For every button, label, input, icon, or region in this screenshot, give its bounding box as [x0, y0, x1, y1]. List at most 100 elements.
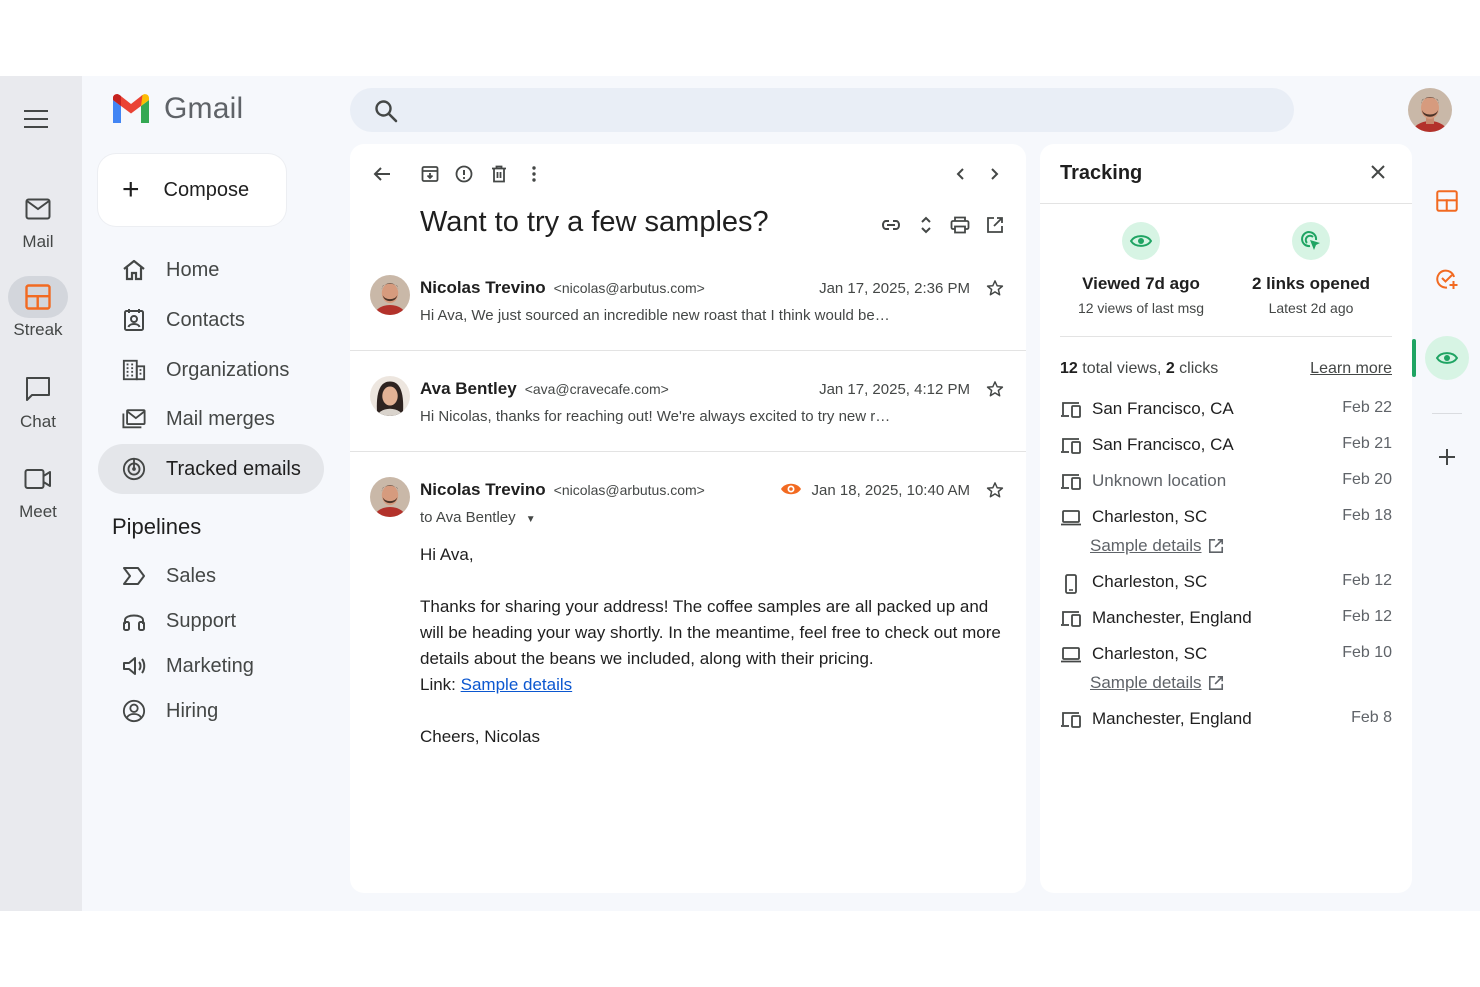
- open-in-new-icon[interactable]: [983, 213, 1007, 237]
- click-icon: [1292, 222, 1330, 260]
- sender-name-text: Nicolas Trevino: [420, 480, 546, 499]
- pipeline-item-marketing[interactable]: Marketing: [98, 641, 324, 691]
- task-add-icon[interactable]: [1428, 260, 1466, 298]
- search-bar[interactable]: [350, 88, 1294, 132]
- learn-more-link[interactable]: Learn more: [1310, 360, 1392, 378]
- stat-subtitle: Latest 2d ago: [1268, 300, 1354, 316]
- pipeline-item-support[interactable]: Support: [98, 596, 324, 646]
- pipeline-label: Sales: [166, 564, 217, 587]
- sample-details-link[interactable]: Sample details: [1090, 673, 1224, 693]
- close-icon[interactable]: [1370, 164, 1390, 184]
- sales-icon: [122, 564, 146, 588]
- phone-icon: [1060, 574, 1082, 594]
- total-views-count: 12: [1060, 360, 1078, 377]
- divider: [1432, 413, 1462, 414]
- more-vert-icon[interactable]: [522, 162, 546, 186]
- sidebar-item-mail-merges[interactable]: Mail merges: [98, 394, 324, 444]
- sidebar-item-tracked-emails[interactable]: Tracked emails: [98, 444, 324, 494]
- sender-email: <ava@cravecafe.com>: [524, 381, 669, 397]
- pipeline-item-sales[interactable]: Sales: [98, 551, 324, 601]
- organizations-icon: [122, 358, 146, 382]
- sender-avatar: [370, 275, 410, 315]
- rail-item-chat[interactable]: Chat: [0, 368, 76, 432]
- pipeline-label: Hiring: [166, 699, 219, 722]
- link-prefix: Link:: [420, 675, 461, 694]
- tracking-title: Tracking: [1060, 162, 1143, 184]
- body-paragraph: Thanks for sharing your address! The cof…: [420, 597, 1001, 668]
- active-indicator: [1412, 339, 1416, 377]
- mail-merge-icon: [122, 407, 146, 431]
- sender-avatar: [370, 376, 410, 416]
- report-spam-icon[interactable]: [452, 162, 476, 186]
- sidebar-item-home[interactable]: Home: [98, 245, 324, 295]
- streak-icon: [8, 276, 68, 318]
- expand-collapse-icon[interactable]: [914, 213, 938, 237]
- sample-details-link[interactable]: Sample details: [461, 675, 573, 694]
- tracking-date: Feb 22: [1342, 399, 1392, 416]
- chevron-left-icon[interactable]: [948, 162, 972, 186]
- back-arrow-icon[interactable]: [370, 162, 394, 186]
- search-icon[interactable]: [374, 99, 398, 123]
- pipeline-item-hiring[interactable]: Hiring: [98, 686, 324, 736]
- rail-item-streak[interactable]: Streak: [0, 276, 76, 340]
- sample-details-text: Sample details: [1090, 536, 1202, 555]
- total-clicks-label: clicks: [1174, 360, 1219, 377]
- sidebar-item-label: Home: [166, 258, 220, 281]
- print-icon[interactable]: [948, 213, 972, 237]
- tracking-panel-eye-icon[interactable]: [1425, 336, 1469, 380]
- message-snippet: Hi Ava, We just sourced an incredible ne…: [420, 307, 890, 324]
- archive-icon[interactable]: [418, 162, 442, 186]
- pipeline-label: Marketing: [166, 654, 254, 677]
- tracking-row: Unknown location Feb 20: [1060, 471, 1392, 495]
- sample-details-link[interactable]: Sample details: [1090, 536, 1224, 556]
- contacts-icon: [122, 308, 146, 332]
- meet-icon: [8, 458, 68, 500]
- search-input[interactable]: [410, 88, 1270, 132]
- tracking-date: Feb 8: [1351, 709, 1392, 726]
- stat-title: Viewed 7d ago: [1082, 274, 1200, 293]
- total-views-label: total views,: [1077, 360, 1166, 377]
- streak-panel-icon[interactable]: [1428, 182, 1466, 220]
- tracking-eye-icon[interactable]: [780, 481, 802, 497]
- chevron-right-icon[interactable]: [983, 162, 1007, 186]
- rail-label: Meet: [19, 502, 57, 521]
- sender-name: Nicolas Trevino <nicolas@arbutus.com>: [420, 480, 705, 500]
- sidebar-item-label: Organizations: [166, 358, 290, 381]
- sidebar-item-organizations[interactable]: Organizations: [98, 345, 324, 395]
- tracking-row: Charleston, SC Feb 12: [1060, 572, 1392, 596]
- divider: [1040, 203, 1412, 204]
- links-stat: 2 links opened Latest 2d ago: [1218, 222, 1404, 316]
- pipeline-label: Support: [166, 609, 237, 632]
- tracking-location: Manchester, England: [1092, 608, 1252, 627]
- account-avatar[interactable]: [1408, 88, 1452, 132]
- star-icon[interactable]: [986, 380, 1006, 400]
- delete-icon[interactable]: [487, 162, 511, 186]
- sidebar-item-label: Mail merges: [166, 407, 275, 430]
- star-icon[interactable]: [986, 481, 1006, 501]
- gmail-logo[interactable]: Gmail: [110, 92, 243, 126]
- eye-icon: [1122, 222, 1160, 260]
- message-divider: [350, 350, 1026, 351]
- sidebar-item-contacts[interactable]: Contacts: [98, 295, 324, 345]
- menu-icon[interactable]: [24, 110, 52, 130]
- sender-avatar: [370, 477, 410, 517]
- rail-item-meet[interactable]: Meet: [0, 458, 76, 522]
- tracking-location: Charleston, SC: [1092, 507, 1208, 526]
- tracking-panel: Tracking Viewed 7d ago 12 views of last …: [1040, 144, 1412, 893]
- rail-item-mail[interactable]: Mail: [0, 188, 76, 252]
- chat-icon: [8, 368, 68, 410]
- sender-name-text: Ava Bentley: [420, 379, 517, 398]
- star-icon[interactable]: [986, 279, 1006, 299]
- app-rail: Mail Streak Chat Meet: [0, 76, 82, 911]
- tracking-location: San Francisco, CA: [1092, 399, 1234, 418]
- tracking-date: Feb 20: [1342, 471, 1392, 488]
- sidebar-item-label: Tracked emails: [166, 457, 301, 480]
- add-addon-plus-icon[interactable]: [1428, 438, 1466, 476]
- link-icon[interactable]: [879, 213, 903, 237]
- laptop-icon: [1060, 646, 1082, 666]
- compose-button[interactable]: + Compose: [98, 154, 286, 226]
- recipients-dropdown[interactable]: to Ava Bentley ▼: [420, 509, 536, 526]
- gmail-app: Mail Streak Chat Meet Gmail + Compose Ho…: [0, 76, 1480, 911]
- views-stat: Viewed 7d ago 12 views of last msg: [1048, 222, 1234, 316]
- sidebar-item-label: Contacts: [166, 308, 245, 331]
